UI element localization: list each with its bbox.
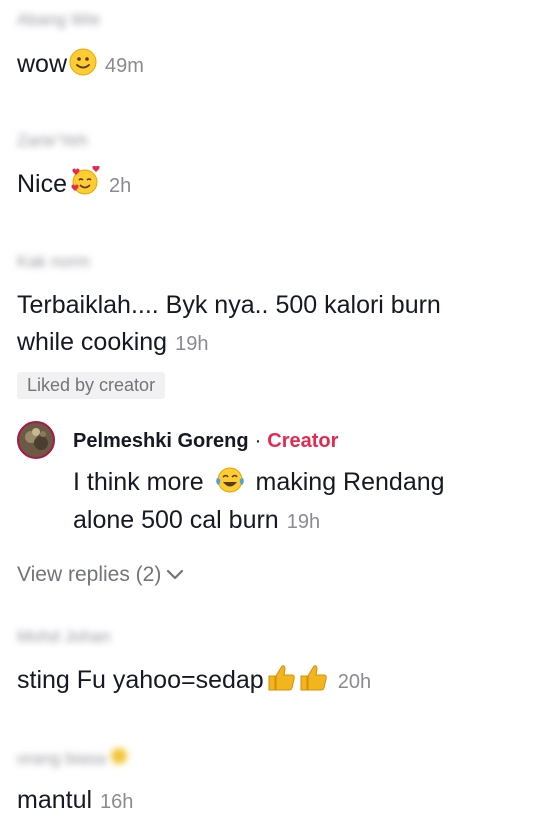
comment-text: Nice 2h [17,165,132,206]
reply-text-content: alone 500 cal burn [73,506,279,534]
view-replies-button[interactable]: View replies (2) [17,561,184,589]
view-replies-label: View replies (2) [17,563,162,586]
comment-text: wow 49m [17,46,144,86]
reply-text-line-1: I think more making Rendang [73,464,445,504]
creator-label: Creator [267,430,339,452]
face-with-tears-of-joy-icon [215,466,245,504]
reply-header: Pelmeshki Goreng · Creator [73,428,338,454]
comment-time: 19h [175,333,209,355]
comment-username[interactable]: orang biasa [17,748,127,769]
comment-text-content: sting Fu yahoo=sedap [17,666,264,694]
emoji-icon [110,748,127,764]
comment-text: mantul 16h [17,782,133,820]
comment-text-content: wow [17,50,68,78]
smiling-face-with-hearts-icon [69,165,101,206]
comment-text-content: while cooking [17,328,168,356]
reply-text-line-2: alone 500 cal burn 19h [73,502,320,540]
comment-time: 20h [337,671,372,693]
comment-time: 49m [105,55,144,77]
slightly-smiling-face-icon [69,48,97,86]
liked-by-creator-badge: Liked by creator [17,372,166,399]
comment-time: 2h [109,175,132,197]
comment-username-text: orang biasa [17,749,106,768]
reply-username[interactable]: Pelmeshki Goreng [73,430,249,452]
chevron-down-icon [167,569,184,580]
comment-text-line-1: Terbaiklah.... Byk nya.. 500 kalori burn [17,291,441,319]
comment-text: sting Fu yahoo=sedap 20h [17,662,371,702]
avatar[interactable] [17,421,55,459]
separator: · [254,430,262,452]
comment-text-content: Nice [17,170,68,198]
comment-time: 16h [100,791,134,813]
comment-username[interactable]: Kak norm [17,252,90,272]
thumbs-up-icon [266,662,330,702]
comment-username[interactable]: Mohd Johan [17,627,111,647]
comment-username[interactable]: Zarie'Yeh [17,131,88,151]
reply-time: 19h [286,511,321,533]
reply-text-part-b: making Rendang [255,468,445,496]
reply-text-part-a: I think more [73,468,204,496]
comment-text-content: mantul [17,786,93,814]
comment-text-line-2: while cooking 19h [17,324,208,362]
comment-username[interactable]: Abang Wie [17,10,100,30]
